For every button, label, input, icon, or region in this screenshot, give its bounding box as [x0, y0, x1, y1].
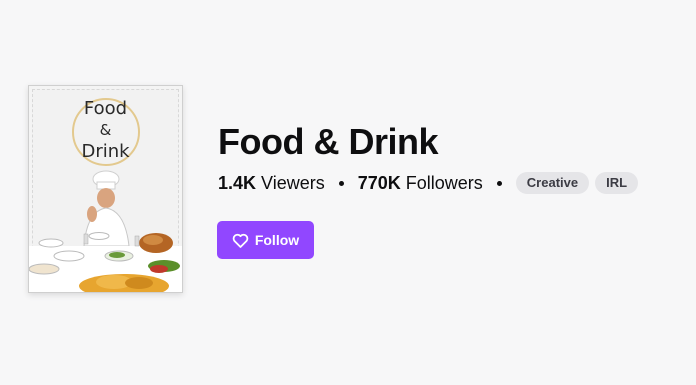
viewers-label: Viewers [261, 172, 325, 193]
followers-label: Followers [405, 172, 483, 193]
viewers-count: 1.4K [218, 172, 257, 193]
followers-count: 770K [357, 172, 401, 193]
category-cover-image[interactable]: Food & Drink [28, 85, 183, 293]
follow-button[interactable]: Follow [217, 221, 314, 259]
tag-creative[interactable]: Creative [515, 172, 590, 194]
followers-stat: 770K Followers [358, 173, 483, 194]
category-stats: 1.4K Viewers 770K Followers Creative IRL [218, 172, 644, 194]
follow-button-label: Follow [254, 232, 300, 248]
cover-title-line: Drink [81, 141, 130, 162]
separator-dot [496, 180, 502, 186]
cover-title-line: & [99, 121, 112, 139]
category-title: Food & Drink [218, 121, 438, 162]
heart-icon [232, 233, 249, 248]
tag-irl[interactable]: IRL [595, 172, 639, 194]
cover-title-line: Food [83, 98, 128, 119]
viewers-stat: 1.4K Viewers [218, 173, 325, 194]
separator-dot [338, 180, 344, 186]
